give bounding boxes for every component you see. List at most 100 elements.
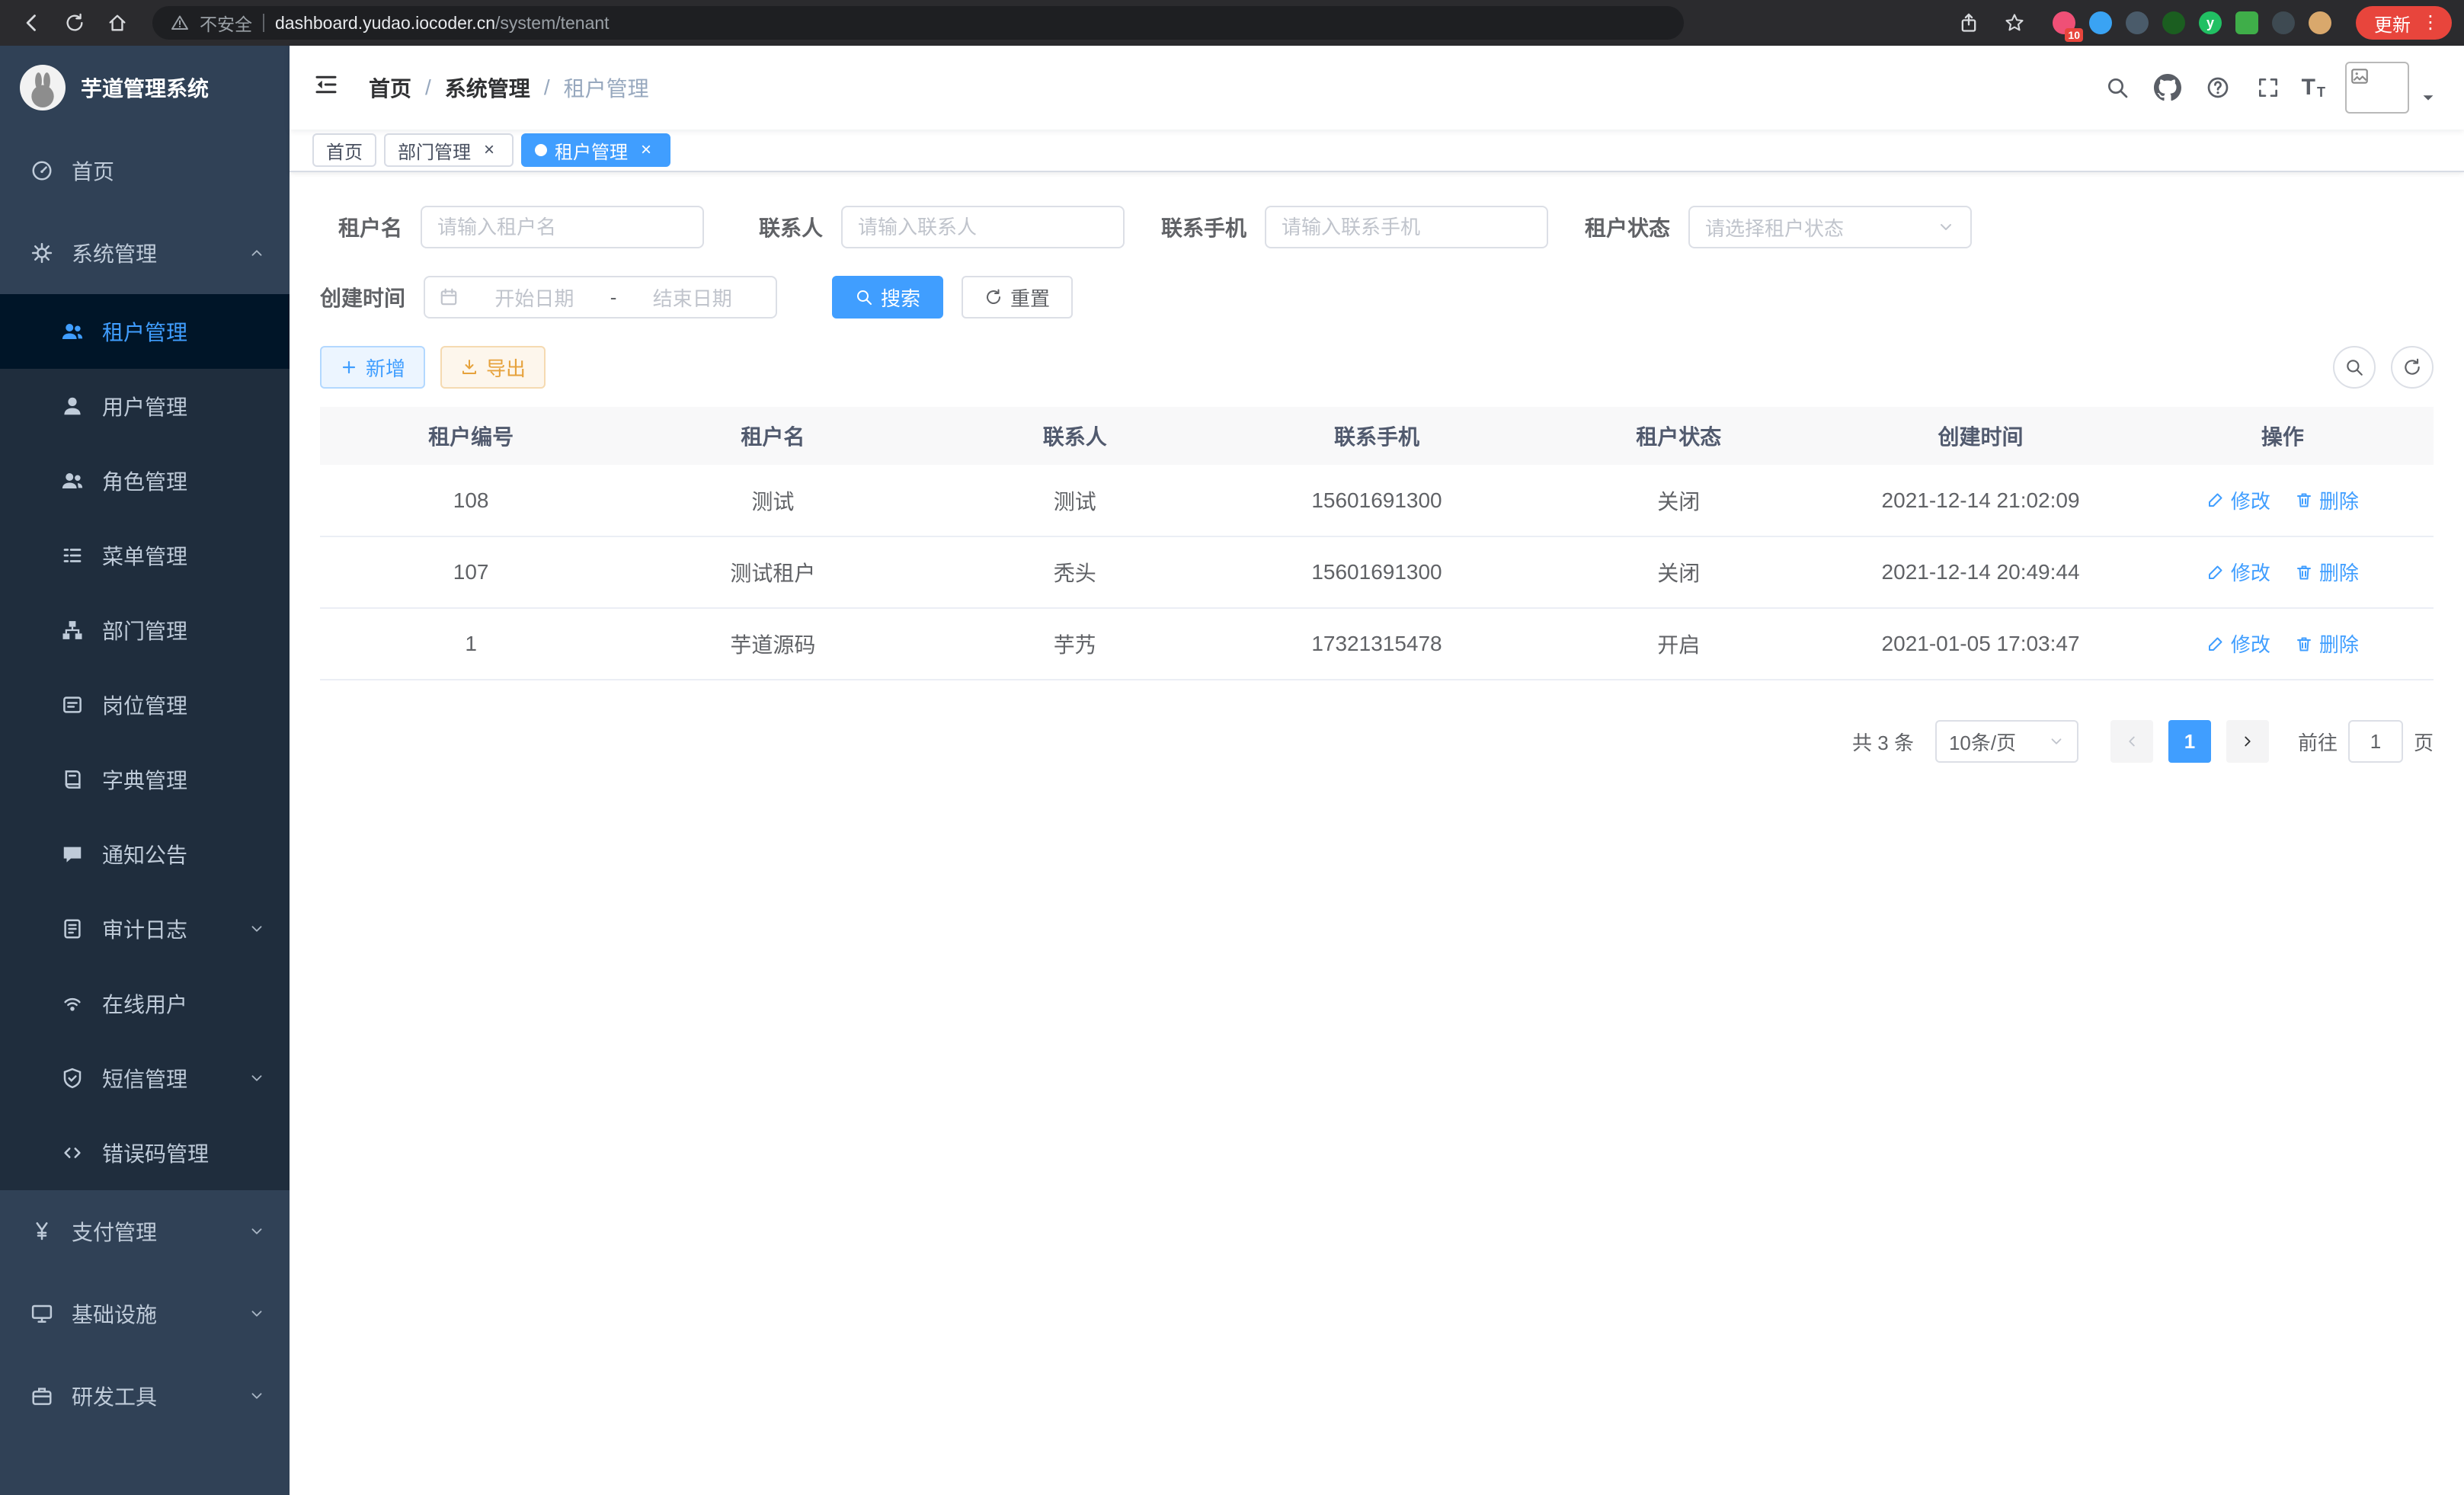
browser-home-button[interactable]: [98, 5, 137, 41]
prev-page-button[interactable]: [2110, 720, 2153, 763]
help-icon[interactable]: [2198, 68, 2238, 107]
column-header: 租户编号: [320, 407, 622, 465]
sidebar-item-label: 系统管理: [72, 238, 157, 268]
sidebar-item-error-code[interactable]: 错误码管理: [0, 1116, 290, 1190]
page-size-select[interactable]: 10条/页: [1935, 720, 2078, 763]
sidebar-item-role[interactable]: 角色管理: [0, 443, 290, 518]
contact-input[interactable]: [841, 206, 1125, 248]
sidebar-item-online-user[interactable]: 在线用户: [0, 966, 290, 1041]
toggle-search-button[interactable]: [2333, 346, 2376, 389]
extension-dark-green-icon[interactable]: [2162, 11, 2185, 34]
chevron-up-icon: [248, 245, 265, 261]
cell-created: 2021-01-05 17:03:47: [1829, 608, 2131, 680]
peoples-icon: [61, 469, 84, 492]
edit-tenant-button[interactable]: 修改: [2206, 558, 2270, 586]
tab-dept[interactable]: 部门管理 ×: [384, 133, 514, 167]
export-button[interactable]: 导出: [440, 346, 546, 389]
app-title: 芋道管理系统: [81, 72, 209, 103]
sidebar-item-system[interactable]: 系统管理: [0, 212, 290, 294]
trash-icon: [2295, 635, 2313, 653]
chevron-left-icon: [2123, 733, 2140, 750]
tab-label: 部门管理: [398, 137, 471, 164]
tenant-status-placeholder: 请选择租户状态: [1705, 213, 1844, 242]
sidebar-item-payment[interactable]: 支付管理: [0, 1190, 290, 1273]
next-page-button[interactable]: [2226, 720, 2269, 763]
sidebar-item-user[interactable]: 用户管理: [0, 369, 290, 443]
font-size-icon[interactable]: TT: [2299, 75, 2328, 101]
tenant-name-label: 租户名: [320, 212, 402, 242]
tenant-status-select[interactable]: 请选择租户状态: [1688, 206, 1972, 248]
sidebar-item-infrastructure[interactable]: 基础设施: [0, 1273, 290, 1355]
add-tenant-button[interactable]: 新增: [320, 346, 425, 389]
extension-green-y-icon[interactable]: y: [2199, 11, 2222, 34]
reset-button[interactable]: 重置: [962, 276, 1073, 319]
breadcrumb-item[interactable]: 系统管理: [445, 72, 530, 103]
breadcrumb-separator: /: [425, 75, 431, 100]
browser-menu-kebab-icon[interactable]: ⋮: [2421, 14, 2440, 32]
edit-tenant-button[interactable]: 修改: [2206, 629, 2270, 658]
browser-back-button[interactable]: [12, 5, 52, 41]
contact-phone-input[interactable]: [1265, 206, 1548, 248]
cell-phone: 15601691300: [1226, 465, 1528, 536]
search-button[interactable]: 搜索: [832, 276, 943, 319]
sidebar-item-label: 用户管理: [102, 391, 187, 421]
extension-avatar-icon[interactable]: [2309, 11, 2331, 34]
tab-close-icon[interactable]: ×: [478, 139, 500, 161]
table-header-row: 租户编号租户名联系人联系手机租户状态创建时间操作: [320, 407, 2434, 465]
sidebar-item-dict[interactable]: 字典管理: [0, 742, 290, 817]
extension-pink-icon[interactable]: 10: [2053, 11, 2075, 34]
cell-id: 1: [320, 608, 622, 680]
sidebar-item-audit-log[interactable]: 审计日志: [0, 892, 290, 966]
refresh-table-button[interactable]: [2391, 346, 2434, 389]
sidebar-item-menu[interactable]: 菜单管理: [0, 518, 290, 593]
money-icon: [30, 1220, 53, 1243]
search-icon: [855, 288, 873, 306]
sidebar-item-dept[interactable]: 部门管理: [0, 593, 290, 667]
delete-tenant-button[interactable]: 删除: [2295, 558, 2359, 586]
user-avatar[interactable]: [2345, 62, 2409, 114]
sidebar-item-post[interactable]: 岗位管理: [0, 667, 290, 742]
extension-puzzle-icon[interactable]: [2272, 11, 2295, 34]
table-toolbar: 新增 导出: [320, 346, 2434, 389]
avatar-caret-icon[interactable]: [2420, 89, 2441, 110]
header-search-icon[interactable]: [2098, 68, 2137, 107]
tab-home[interactable]: 首页: [312, 133, 376, 167]
delete-tenant-button[interactable]: 删除: [2295, 629, 2359, 658]
cell-id: 107: [320, 536, 622, 608]
extension-blue-drop-icon[interactable]: [2089, 11, 2112, 34]
sidebar: 芋道管理系统 首页系统管理租户管理用户管理角色管理菜单管理部门管理岗位管理字典管…: [0, 46, 290, 1495]
browser-refresh-button[interactable]: [55, 5, 94, 41]
extension-globe-icon[interactable]: [2126, 11, 2149, 34]
sidebar-logo[interactable]: 芋道管理系统: [0, 46, 290, 130]
sidebar-item-sms[interactable]: 短信管理: [0, 1041, 290, 1116]
create-time-range-picker[interactable]: 开始日期 - 结束日期: [424, 276, 777, 319]
sidebar-item-tenant[interactable]: 租户管理: [0, 294, 290, 369]
sidebar-item-dev-tools[interactable]: 研发工具: [0, 1355, 290, 1437]
trash-icon: [2295, 563, 2313, 581]
chevron-down-icon: [248, 1070, 265, 1087]
extension-green-chat-icon[interactable]: [2235, 11, 2258, 34]
delete-tenant-button[interactable]: 删除: [2295, 486, 2359, 514]
tab-close-icon[interactable]: ×: [635, 139, 657, 161]
edit-icon: [2206, 635, 2225, 653]
address-bar[interactable]: 不安全 dashboard.yudao.iocoder.cn/system/te…: [152, 6, 1684, 40]
tab-label: 租户管理: [555, 137, 628, 164]
breadcrumb-item[interactable]: 首页: [369, 72, 411, 103]
cell-created: 2021-12-14 20:49:44: [1829, 536, 2131, 608]
tenant-name-input[interactable]: [421, 206, 704, 248]
bookmark-star-icon[interactable]: [1995, 5, 2034, 41]
sidebar-item-notice[interactable]: 通知公告: [0, 817, 290, 892]
sidebar-toggle-icon[interactable]: [312, 71, 346, 104]
fullscreen-icon[interactable]: [2248, 68, 2288, 107]
sidebar-item-home[interactable]: 首页: [0, 130, 290, 212]
share-icon[interactable]: [1949, 5, 1989, 41]
browser-update-button[interactable]: 更新 ⋮: [2356, 6, 2452, 40]
tab-tenant[interactable]: 租户管理 ×: [521, 133, 670, 167]
page-number-1[interactable]: 1: [2168, 720, 2211, 763]
github-icon[interactable]: [2148, 68, 2187, 107]
goto-page-input[interactable]: [2348, 720, 2403, 763]
sidebar-item-label: 字典管理: [102, 764, 187, 795]
edit-tenant-button[interactable]: 修改: [2206, 486, 2270, 514]
calendar-icon: [439, 287, 459, 307]
security-warning-icon: [171, 14, 189, 32]
